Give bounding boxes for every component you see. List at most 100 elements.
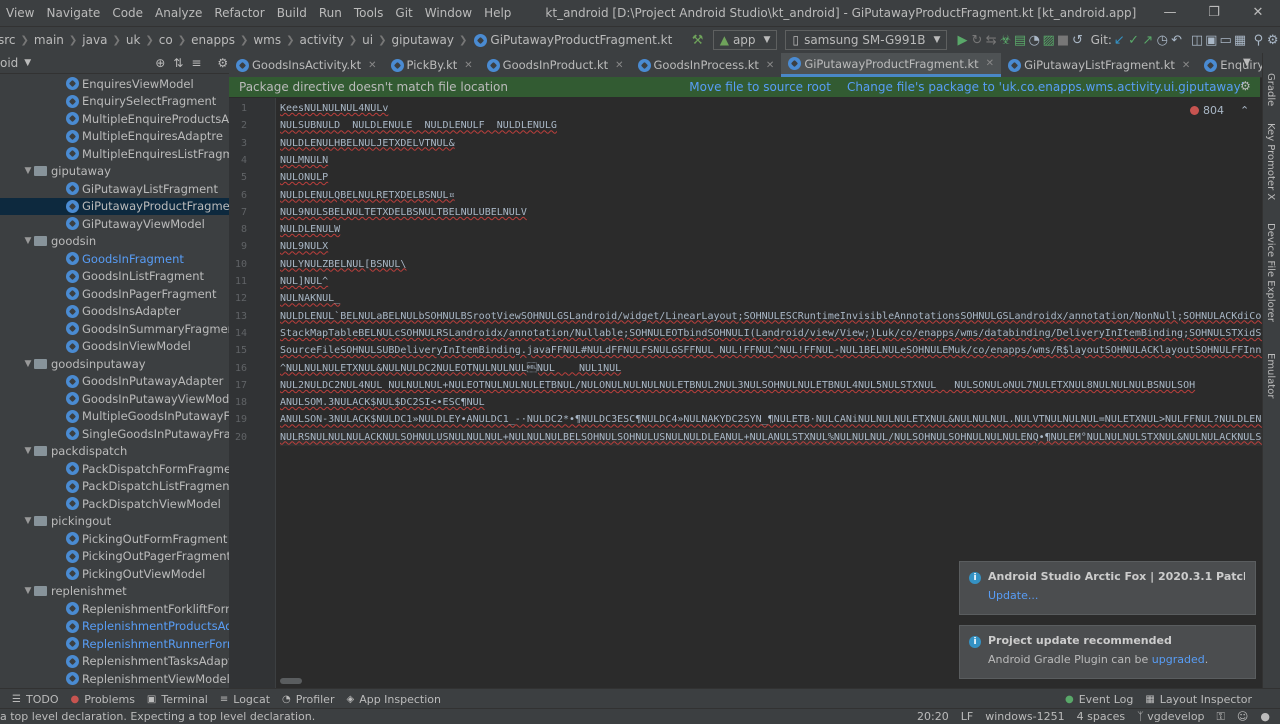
tree-file[interactable]: GiPutawayViewModel xyxy=(0,215,229,233)
expand-arrow-icon[interactable]: ▼ xyxy=(22,236,34,246)
breadcrumb-item[interactable]: uk xyxy=(126,33,141,47)
close-tab-icon[interactable]: ✕ xyxy=(986,58,994,69)
code-line[interactable]: StackMapTableBELNULcSOHNULRSLandroidx/an… xyxy=(280,325,1262,342)
tree-file[interactable]: PickingOutViewModel xyxy=(0,565,229,583)
tree-folder-pickingout[interactable]: ▼ pickingout xyxy=(0,513,229,531)
code-line[interactable]: NULMNULN xyxy=(280,152,328,169)
code-line[interactable]: NULSUBNULD NULDLENULE NULDLENULF NULDLEN… xyxy=(280,117,557,134)
tree-file[interactable]: GoodsInPutawayAdapter xyxy=(0,373,229,391)
error-count-badge[interactable]: 804 ⌃ ⌄ xyxy=(1190,104,1270,117)
menu-item-refactor[interactable]: Refactor xyxy=(208,6,270,20)
restore-icon[interactable]: ❐ xyxy=(1192,0,1236,26)
expand-arrow-icon[interactable]: ▼ xyxy=(22,166,34,176)
code-line[interactable]: NUL9NULX xyxy=(280,238,328,255)
breadcrumb-item[interactable]: ui xyxy=(362,33,373,47)
tree-file[interactable]: ReplenishmentViewModel xyxy=(0,670,229,688)
settings-icon[interactable]: ⚙ xyxy=(1266,33,1280,48)
expand-all-icon[interactable]: ⇅ xyxy=(173,56,183,70)
tree-file[interactable]: ReplenishmentProductsAdapter xyxy=(0,618,229,636)
code-line[interactable]: NUL]NUL^ xyxy=(280,273,328,290)
tree-folder-packdispatch[interactable]: ▼ packdispatch xyxy=(0,443,229,461)
tool-app-inspection[interactable]: ◈ App Inspection xyxy=(346,693,441,706)
tool-todo[interactable]: ☰ TODO xyxy=(12,693,58,706)
tab-list-chevron-icon[interactable]: ▼ xyxy=(1243,57,1251,68)
code-line[interactable]: NULDLENULW xyxy=(280,221,340,238)
notification-link[interactable]: upgraded xyxy=(1152,653,1205,666)
prev-error-icon[interactable]: ⌃ xyxy=(1240,104,1249,117)
tree-file[interactable]: PackDispatchViewModel xyxy=(0,495,229,513)
file-encoding[interactable]: windows-1251 xyxy=(985,710,1064,723)
tree-file[interactable]: GoodsInFragment xyxy=(0,250,229,268)
breadcrumb-item[interactable]: src xyxy=(0,33,16,47)
close-tab-icon[interactable]: ✕ xyxy=(368,60,376,71)
breadcrumb-item[interactable]: java xyxy=(82,33,107,47)
menu-item-git[interactable]: Git xyxy=(389,6,418,20)
attach-debugger-icon[interactable]: ▨ xyxy=(1042,33,1056,48)
code-line[interactable]: NULDLENUL`BELNULaBELNULbSOHNULBSrootView… xyxy=(280,308,1262,325)
move-file-link[interactable]: Move file to source root xyxy=(689,80,831,94)
tab-giputawaylistfragment-kt[interactable]: GiPutawayListFragment.kt ✕ xyxy=(1001,53,1197,77)
tree-file[interactable]: MultipleEnquiresListFragment xyxy=(0,145,229,163)
tab-goodsinprocess-kt[interactable]: GoodsInProcess.kt ✕ xyxy=(631,53,782,77)
tool-event-log[interactable]: ● Event Log xyxy=(1065,693,1133,706)
banner-gear-icon[interactable]: ⚙ xyxy=(1240,79,1251,93)
close-icon[interactable]: ✕ xyxy=(1236,0,1280,26)
rollback-icon[interactable]: ↶ xyxy=(1169,33,1183,48)
right-tool-emulator[interactable]: Emulator xyxy=(1265,353,1276,398)
tree-file[interactable]: PickingOutPagerFragment xyxy=(0,548,229,566)
line-separator[interactable]: LF xyxy=(961,710,973,723)
close-tab-icon[interactable]: ✕ xyxy=(1182,60,1190,71)
code-line[interactable]: SourceFileSOHNULSUBDeliveryInItemBinding… xyxy=(280,342,1262,359)
target-icon[interactable]: ⊕ xyxy=(155,56,165,70)
menu-item-tools[interactable]: Tools xyxy=(348,6,390,20)
tree-folder-goodsin[interactable]: ▼ goodsin xyxy=(0,233,229,251)
code-line[interactable]: NULRSNULNULNULACKNULSOHNULUSNULNULNUL+NU… xyxy=(280,428,1262,446)
tool-profiler[interactable]: ◔ Profiler xyxy=(282,693,334,706)
tree-file[interactable]: PackDispatchFormFragment xyxy=(0,460,229,478)
hammer-icon[interactable]: ⚒ xyxy=(690,33,704,48)
git-update-icon[interactable]: ↙ xyxy=(1112,33,1126,48)
indent-setting[interactable]: 4 spaces xyxy=(1077,710,1126,723)
tree-file[interactable]: GoodsInListFragment xyxy=(0,268,229,286)
device-select[interactable]: ▯ samsung SM-G991B ▼ xyxy=(785,30,948,50)
git-commit-icon[interactable]: ✓ xyxy=(1126,33,1140,48)
tree-file[interactable]: EnquirySelectFragment xyxy=(0,93,229,111)
code-line[interactable]: ANULSOM.3NULACK$NUL$DC2SI<•ESC¶NUL xyxy=(280,394,485,411)
code-line[interactable]: NULYNULZBELNUL[BSNUL\ xyxy=(280,256,406,273)
code-line[interactable]: KeesNULNULNUL4NULv xyxy=(280,100,388,117)
tree-folder-goodsinputaway[interactable]: ▼ goodsinputaway xyxy=(0,355,229,373)
code-line[interactable]: ANULSON-3NULACK$NULDC1»NULDLEY•ANULDC1_-… xyxy=(280,411,1262,428)
debug-icon[interactable]: ☣ xyxy=(998,33,1012,48)
tree-folder-giputaway[interactable]: ▼ giputaway xyxy=(0,163,229,181)
device-manager-icon[interactable]: ▦ xyxy=(1233,33,1247,48)
run-icon[interactable]: ▶ xyxy=(955,33,969,48)
close-tab-icon[interactable]: ✕ xyxy=(464,60,472,71)
tree-file[interactable]: GoodsInPagerFragment xyxy=(0,285,229,303)
expand-arrow-icon[interactable]: ▼ xyxy=(22,446,34,456)
tab-pickby-kt[interactable]: PickBy.kt ✕ xyxy=(384,53,480,77)
tree-file[interactable]: GoodsInViewModel xyxy=(0,338,229,356)
close-tab-icon[interactable]: ✕ xyxy=(766,60,774,71)
tree-folder-replenishmet[interactable]: ▼ replenishmet xyxy=(0,583,229,601)
rerun-icon[interactable]: ↻ xyxy=(970,33,984,48)
search-icon[interactable]: ⚲ xyxy=(1251,33,1265,48)
tree-file[interactable]: PackDispatchListFragment xyxy=(0,478,229,496)
code-line[interactable]: NULONULP xyxy=(280,169,328,186)
close-tab-icon[interactable]: ✕ xyxy=(615,60,623,71)
breadcrumb-item[interactable]: GiPutawayProductFragment.kt xyxy=(490,33,672,47)
horizontal-scrollbar[interactable] xyxy=(280,678,302,684)
memory-indicator-icon[interactable]: ● xyxy=(1260,710,1270,723)
notification-balloon[interactable]: i Android Studio Arctic Fox | 2020.3.1 Pa… xyxy=(959,561,1256,615)
tree-file[interactable]: ReplenishmentTasksAdapter xyxy=(0,653,229,671)
code-line[interactable]: NULDLENULHBELNULJETXDELVTNUL& xyxy=(280,135,455,152)
expand-arrow-icon[interactable]: ▼ xyxy=(22,359,34,369)
face-icon[interactable]: ☺ xyxy=(1237,710,1248,723)
tree-file[interactable]: ReplenishmentForkliftFormFragi xyxy=(0,600,229,618)
change-package-link[interactable]: Change file's package to 'uk.co.enapps.w… xyxy=(847,80,1244,94)
expand-arrow-icon[interactable]: ▼ xyxy=(22,586,34,596)
coverage-icon[interactable]: ▤ xyxy=(1013,33,1027,48)
right-tool-key-promoter-x[interactable]: Key Promoter X xyxy=(1265,123,1276,200)
menu-item-code[interactable]: Code xyxy=(106,6,149,20)
chevron-down-icon[interactable]: ▼ xyxy=(24,58,31,68)
tree-file[interactable]: SingleGoodsInPutawayFragmen xyxy=(0,425,229,443)
